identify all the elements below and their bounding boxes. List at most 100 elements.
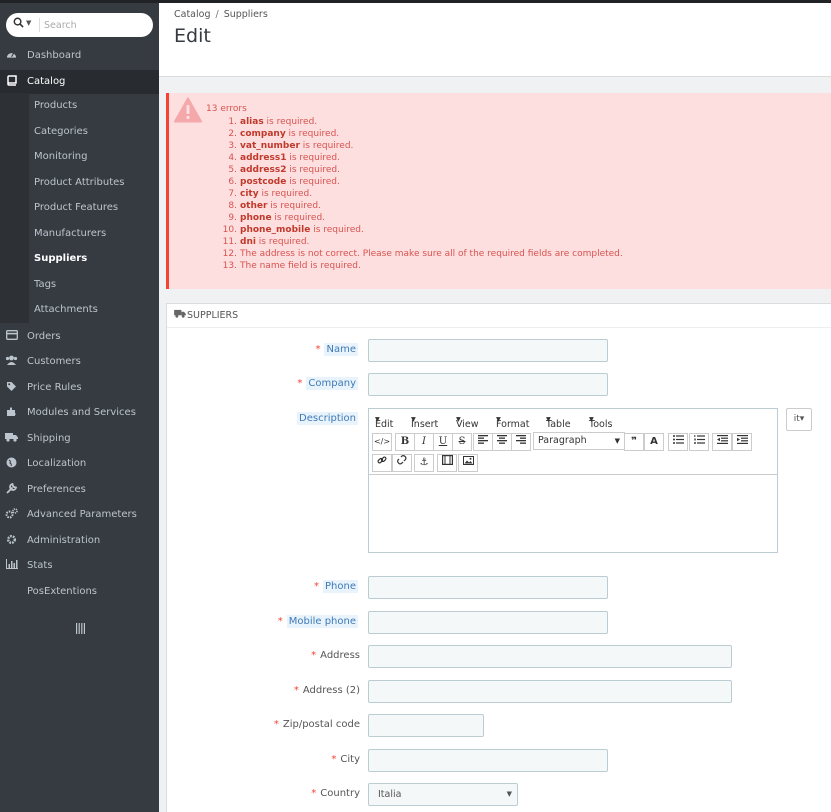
sidebar-subitem-attachments[interactable]: Attachments [29, 298, 159, 322]
sidebar-subitem-product-attributes[interactable]: Product Attributes [29, 171, 159, 195]
description-label: Description [297, 412, 358, 425]
sidebar-subitem-monitoring[interactable]: Monitoring [29, 145, 159, 169]
align-center-icon[interactable] [492, 433, 512, 451]
sidebar-item-label: Administration [27, 535, 101, 546]
phone-input[interactable] [368, 576, 608, 599]
link-icon[interactable] [372, 454, 392, 472]
search-input[interactable] [44, 17, 144, 33]
align-left-icon[interactable] [473, 433, 493, 451]
error-text: The name field is required. [240, 261, 361, 271]
language-select-button[interactable]: it▾ [786, 408, 812, 431]
sidebar-item-orders[interactable]: Orders [0, 325, 159, 349]
error-item: 9. phone is required. [207, 212, 623, 224]
anchor-icon[interactable]: ⚓ [414, 454, 434, 472]
sidebar-item-preferences[interactable]: Preferences [0, 478, 159, 502]
unlink-icon[interactable] [392, 454, 412, 472]
city-label-text: City [340, 754, 360, 765]
sidebar-subitem-product-features[interactable]: Product Features [29, 196, 159, 220]
numbered-list-icon[interactable] [689, 433, 709, 451]
sidebar-item-localization[interactable]: Localization [0, 452, 159, 476]
gear-icon [5, 534, 18, 547]
error-field: alias [240, 117, 264, 127]
sidebar-item-dashboard[interactable]: Dashboard [0, 44, 159, 68]
sidebar-item-customers[interactable]: Customers [0, 350, 159, 374]
image-icon[interactable] [458, 454, 478, 472]
address2-input[interactable] [368, 680, 732, 703]
error-item: 6. postcode is required. [207, 176, 623, 188]
sidebar-item-administration[interactable]: Administration [0, 529, 159, 553]
error-item: 8. other is required. [207, 200, 623, 212]
breadcrumb-item-catalog[interactable]: Catalog [174, 9, 210, 20]
error-item: 12. The address is not correct. Please ma… [207, 248, 623, 260]
underline-icon[interactable]: U [433, 433, 453, 451]
sidebar-subitem-label: Monitoring [34, 151, 88, 162]
sidebar-subitem-suppliers[interactable]: Suppliers [29, 247, 159, 271]
source-code-icon[interactable]: </> [372, 433, 392, 451]
outdent-icon[interactable] [712, 433, 732, 451]
sidebar-subitem-categories[interactable]: Categories [29, 120, 159, 144]
blockquote-icon[interactable]: ❞ [624, 433, 644, 451]
zip-input[interactable] [368, 714, 484, 737]
modules-icon [5, 406, 18, 419]
sidebar: ▼ Dashboard Catalog Products Categories … [0, 0, 159, 812]
strikethrough-icon[interactable]: S [452, 433, 472, 451]
bullet-list-icon[interactable] [668, 433, 688, 451]
sidebar-item-advanced-parameters[interactable]: Advanced Parameters [0, 503, 159, 527]
sidebar-item-modules[interactable]: Modules and Services [0, 401, 159, 425]
sidebar-item-posextentions[interactable]: PosExtentions [0, 580, 159, 604]
editor-menubar: Edit ▾ Insert ▾ View ▾ Format ▾ Table ▾ … [369, 409, 777, 431]
menu-label: Table [546, 419, 571, 430]
error-text: is required. [271, 213, 326, 223]
sidebar-subitem-tags[interactable]: Tags [29, 273, 159, 297]
error-count: 13 errors [206, 104, 247, 114]
menu-tools[interactable]: Tools ▾ [589, 414, 612, 430]
sidebar-item-price-rules[interactable]: Price Rules [0, 376, 159, 400]
sidebar-top-bar [0, 0, 159, 3]
menu-format[interactable]: Format ▾ [496, 414, 529, 430]
error-field: phone_mobile [240, 225, 311, 235]
city-input[interactable] [368, 749, 608, 772]
menu-table[interactable]: Table ▾ [546, 414, 571, 430]
sidebar-item-label: Stats [27, 560, 53, 571]
italic-icon[interactable]: I [414, 433, 434, 451]
paragraph-select[interactable]: Paragraph ▼ [533, 432, 625, 450]
sidebar-item-label: Shipping [27, 433, 71, 444]
sidebar-item-shipping[interactable]: Shipping [0, 427, 159, 451]
text-color-icon[interactable]: A [644, 433, 664, 451]
menu-insert[interactable]: Insert ▾ [411, 414, 438, 430]
error-field: vat_number [240, 141, 300, 151]
indent-icon[interactable] [732, 433, 752, 451]
mobile-phone-input[interactable] [368, 611, 608, 634]
error-number: 5. [228, 165, 237, 175]
sidebar-item-stats[interactable]: Stats [0, 554, 159, 578]
sidebar-subitem-products[interactable]: Products [29, 94, 159, 118]
sidebar-subitem-label: Categories [34, 126, 88, 137]
country-select[interactable]: Italia ▼ [368, 783, 518, 806]
search-icon[interactable] [13, 17, 24, 31]
error-alert: 13 errors 1. alias is required. 2. company … [166, 93, 831, 289]
company-input[interactable] [368, 373, 608, 396]
address-input[interactable] [368, 645, 732, 668]
collapse-menu-icon[interactable] [76, 623, 85, 637]
sidebar-subitem-manufacturers[interactable]: Manufacturers [29, 222, 159, 246]
breadcrumb-item-suppliers[interactable]: Suppliers [224, 9, 268, 20]
menu-edit[interactable]: Edit ▾ [375, 414, 393, 430]
error-item: 2. company is required. [207, 128, 623, 140]
error-item: 4. address1 is required. [207, 152, 623, 164]
error-number: 13. [222, 261, 237, 271]
media-icon[interactable] [437, 454, 457, 472]
bold-icon[interactable]: B [395, 433, 415, 451]
error-field: address2 [240, 165, 287, 175]
sidebar-item-label: Orders [27, 331, 61, 342]
menu-view[interactable]: View ▾ [456, 414, 479, 430]
align-right-icon[interactable] [511, 433, 531, 451]
sidebar-item-catalog[interactable]: Catalog [0, 70, 159, 94]
truck-icon [174, 309, 186, 321]
paragraph-select-value: Paragraph [538, 435, 587, 446]
country-select-value: Italia [378, 789, 402, 800]
sidebar-item-label: Customers [27, 356, 81, 367]
page-title: Edit [174, 25, 211, 47]
wrench-icon [5, 482, 18, 496]
name-input[interactable] [368, 339, 608, 362]
chevron-down-icon[interactable]: ▼ [26, 19, 31, 27]
